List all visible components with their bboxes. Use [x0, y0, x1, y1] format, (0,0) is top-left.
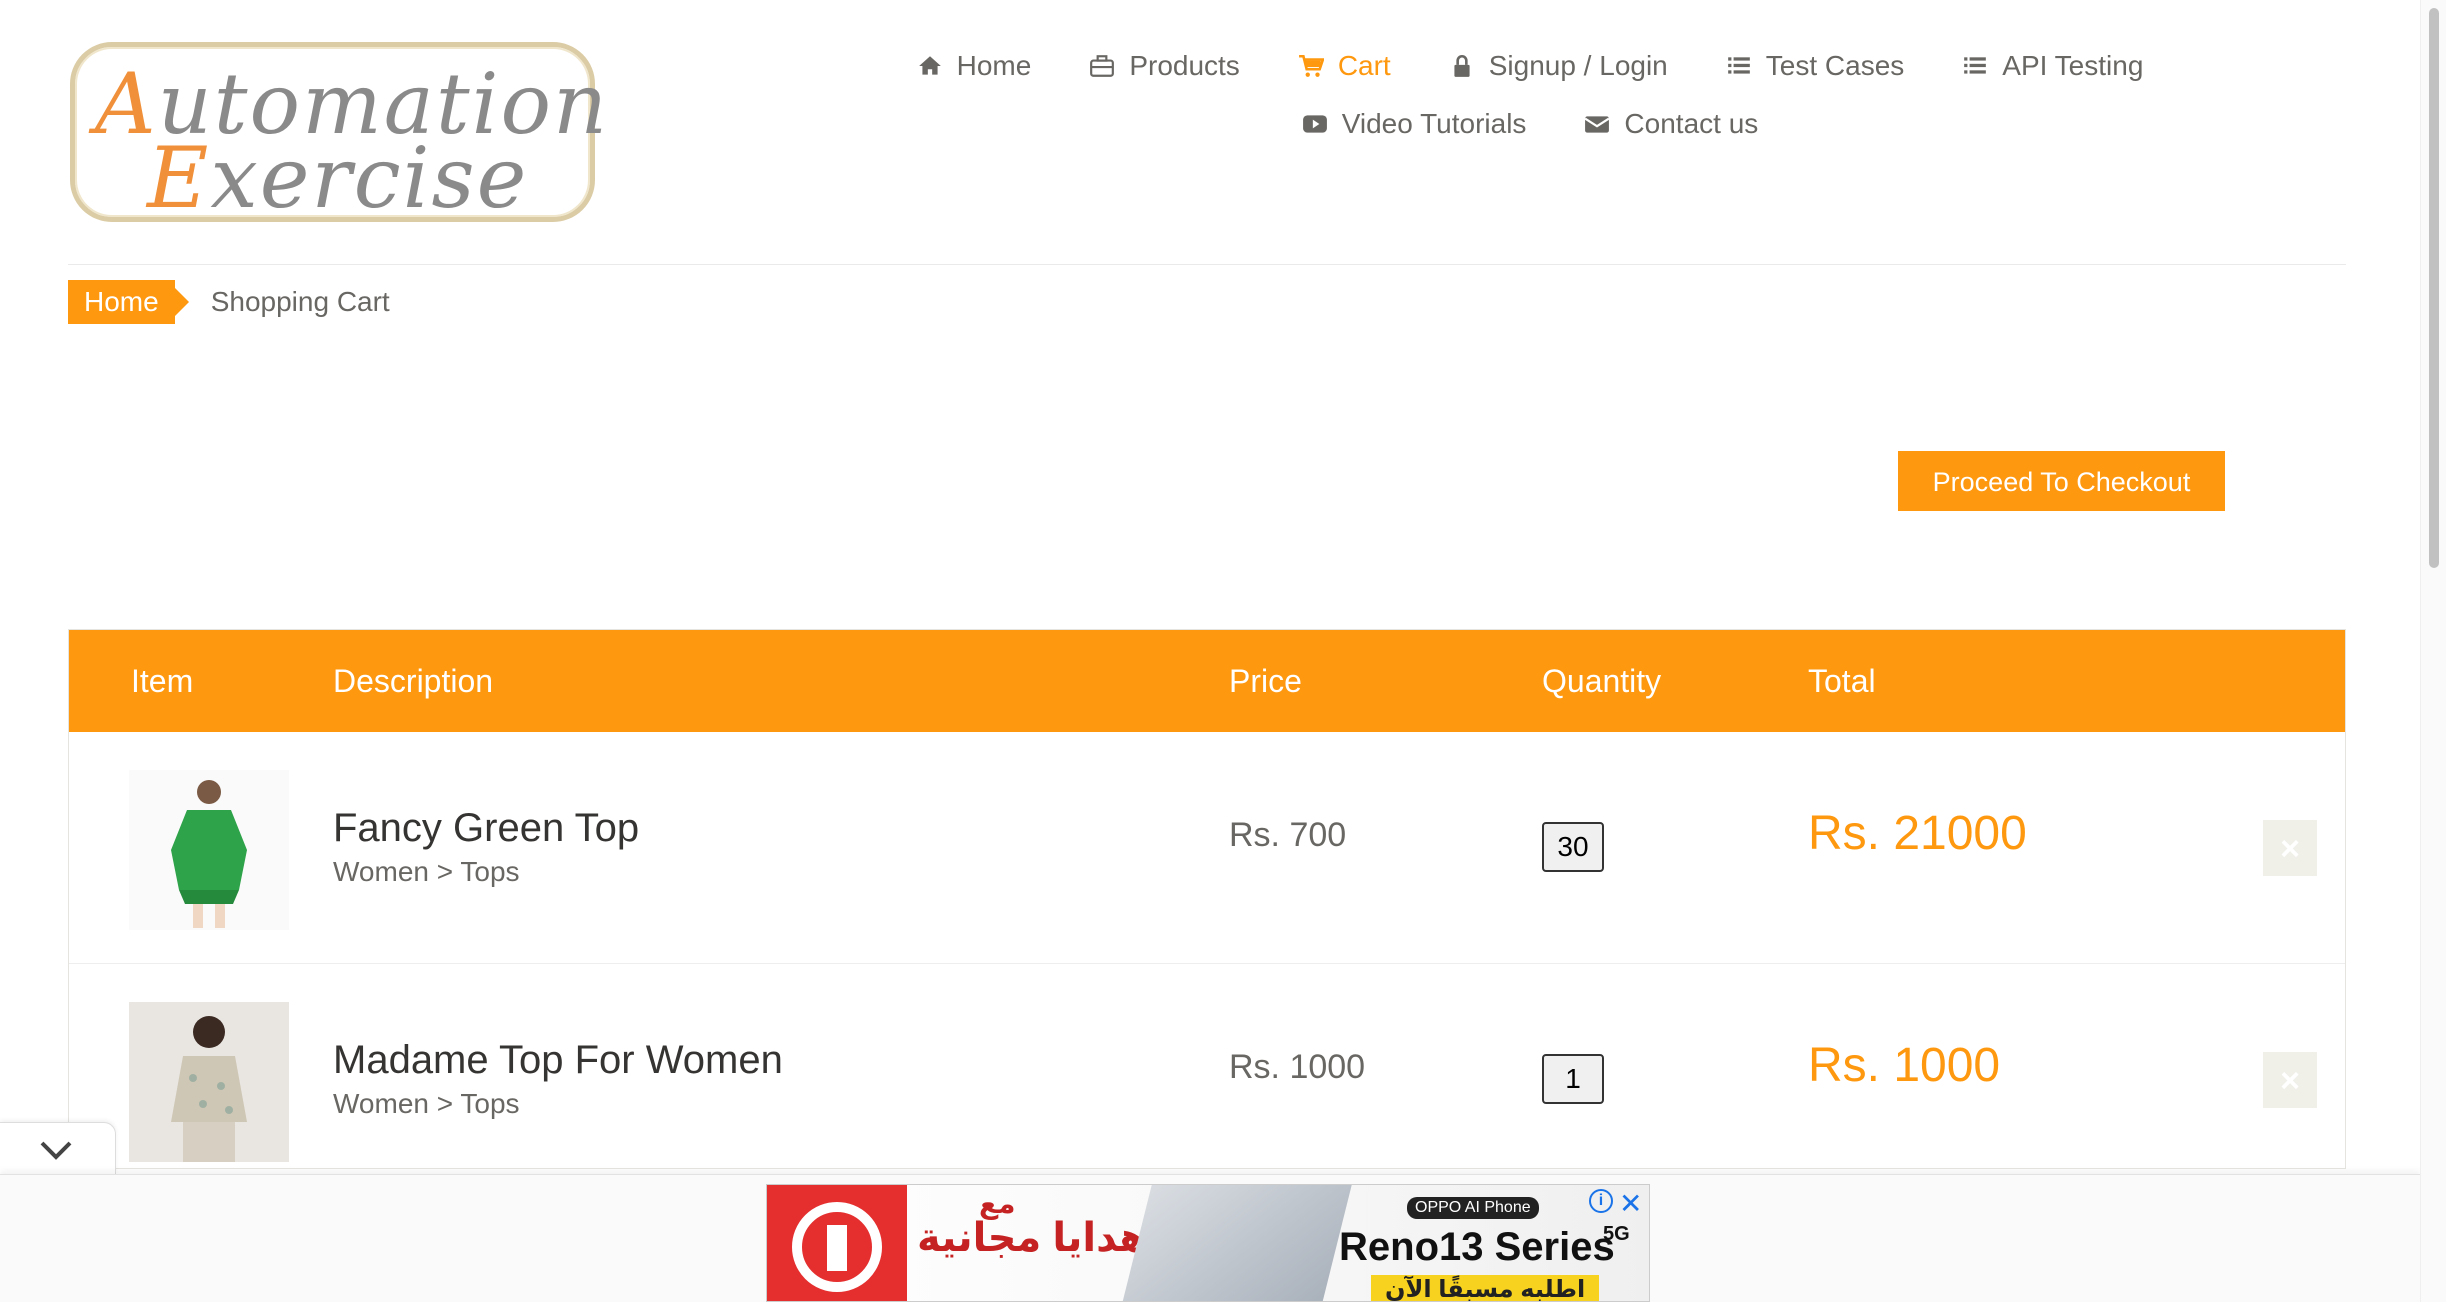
nav-signup-login[interactable]: Signup / Login: [1449, 48, 1668, 84]
nav-api-testing[interactable]: API Testing: [1962, 48, 2143, 84]
close-icon: ×: [2280, 830, 2300, 868]
cart-icon: [1298, 54, 1324, 77]
cart-table: Item Description Price Quantity Total Fa…: [68, 629, 2346, 1169]
proceed-to-checkout-button[interactable]: Proceed To Checkout: [1898, 451, 2225, 511]
page-scrollbar[interactable]: [2420, 0, 2446, 1302]
header-total: Total: [1808, 663, 1876, 699]
header-item: Item: [131, 663, 194, 699]
main-nav: Home Products Cart Signup / Login Test C…: [860, 48, 2200, 164]
chevron-down-icon: [40, 1141, 72, 1160]
scrollbar-thumb[interactable]: [2429, 8, 2439, 568]
header-divider: [68, 264, 2346, 265]
ad-cta: اطلبه مسبقًا الآن: [1371, 1275, 1600, 1301]
nav-video-label: Video Tutorials: [1341, 108, 1527, 139]
ad-phone-image: [1122, 1185, 1352, 1301]
lock-icon: [1454, 54, 1470, 77]
quantity-button[interactable]: 30: [1542, 822, 1604, 872]
ad-close-icon[interactable]: ✕: [1619, 1187, 1642, 1220]
delete-item-button[interactable]: ×: [2263, 820, 2317, 876]
nav-test-cases-label: Test Cases: [1765, 50, 1905, 81]
briefcase-icon: [1090, 55, 1115, 77]
ad-series-title: Reno13 Series: [1339, 1225, 1615, 1269]
cart-table-header: Item Description Price Quantity Total: [69, 630, 2345, 732]
ad-brand-logo: [767, 1185, 907, 1301]
nav-test-cases[interactable]: Test Cases: [1726, 48, 1905, 84]
product-category: Women > Tops: [333, 856, 520, 887]
list-icon: [1964, 57, 1987, 74]
advertisement-banner[interactable]: مع هدايا مجانية OPPO AI Phone Reno13 Ser…: [766, 1184, 1650, 1302]
header-quantity: Quantity: [1542, 663, 1662, 699]
product-total: Rs. 21000: [1808, 807, 2027, 860]
nav-products-label: Products: [1129, 50, 1240, 81]
breadcrumb-home[interactable]: Home: [68, 280, 189, 324]
product-price: Rs. 1000: [1229, 1048, 1366, 1086]
header-description: Description: [333, 663, 494, 699]
site-logo[interactable]: Automation Exercise: [70, 42, 607, 227]
product-price: Rs. 700: [1229, 816, 1347, 854]
envelope-icon: [1584, 116, 1610, 133]
ad-collapse-toggle[interactable]: [0, 1122, 116, 1174]
nav-cart-label: Cart: [1337, 50, 1391, 81]
delete-item-button[interactable]: ×: [2263, 1052, 2317, 1108]
nav-home-label: Home: [956, 50, 1032, 81]
cart-row: Madame Top For Women Women > Tops Rs. 10…: [69, 964, 2345, 1168]
ad-badge: OPPO AI Phone: [1407, 1197, 1539, 1219]
nav-cart[interactable]: Cart: [1298, 48, 1391, 84]
home-icon: [918, 56, 941, 75]
close-icon: ×: [2280, 1062, 2300, 1100]
nav-contact-us[interactable]: Contact us: [1584, 106, 1758, 142]
quantity-button[interactable]: 1: [1542, 1054, 1604, 1104]
product-name[interactable]: Fancy Green Top: [333, 806, 639, 851]
product-image[interactable]: [129, 1002, 289, 1162]
product-category: Women > Tops: [333, 1088, 520, 1119]
youtube-play-icon: [1302, 115, 1327, 133]
nav-video-tutorials[interactable]: Video Tutorials: [1302, 106, 1527, 142]
breadcrumb-current: Shopping Cart: [210, 286, 390, 317]
ad-info-icon[interactable]: i: [1589, 1189, 1613, 1213]
breadcrumb: Home Shopping Cart: [68, 280, 390, 324]
ad-5g-label: 5G: [1603, 1223, 1630, 1245]
header-price: Price: [1229, 663, 1302, 699]
nav-api-testing-label: API Testing: [2002, 50, 2144, 81]
nav-contact-label: Contact us: [1624, 108, 1759, 139]
nav-signup-label: Signup / Login: [1488, 50, 1668, 81]
nav-home[interactable]: Home: [917, 48, 1032, 84]
nav-products[interactable]: Products: [1089, 48, 1240, 84]
cart-row: Fancy Green Top Women > Tops Rs. 700 30 …: [69, 732, 2345, 964]
list-icon: [1727, 57, 1750, 74]
product-image[interactable]: [129, 770, 289, 930]
product-name[interactable]: Madame Top For Women: [333, 1038, 783, 1083]
logo-line-2: Exercise: [147, 129, 529, 227]
ad-arabic-main: هدايا مجانية: [917, 1216, 1147, 1260]
product-total: Rs. 1000: [1808, 1039, 2001, 1092]
